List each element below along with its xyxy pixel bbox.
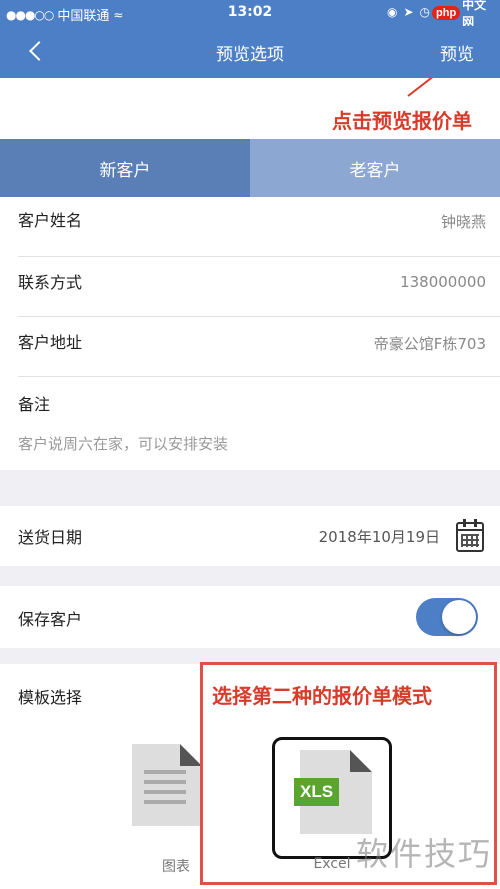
calendar-grid (461, 534, 479, 547)
calendar-ring-right (474, 519, 477, 527)
delivery-date-row[interactable]: 送货日期 2018年10月19日 (0, 506, 500, 566)
logo-php: php (432, 6, 461, 20)
annotation-area: 点击预览报价单 (0, 78, 500, 139)
template-hint-text: 选择第二种的报价单模式 (212, 684, 432, 708)
location-icon: ➤ (403, 5, 414, 19)
save-customer-row: 保存客户 (0, 586, 500, 648)
contact-label: 联系方式 (18, 273, 83, 292)
remark-value[interactable]: 客户说周六在家，可以安排安装 (18, 433, 228, 454)
delivery-date-value[interactable]: 2018年10月19日 (319, 526, 440, 547)
chart-document-icon (132, 744, 202, 826)
page-title: 预览选项 (216, 45, 284, 65)
customer-name-row[interactable]: 客户姓名 钟晓燕 (18, 197, 500, 257)
site-logo: php 中文网 (432, 0, 498, 29)
alarm-icon: ◷ (419, 5, 430, 19)
customer-tabs: 新客户 老客户 (0, 139, 500, 197)
document-lines (144, 770, 186, 810)
delivery-date-label: 送货日期 (18, 528, 83, 547)
contact-value[interactable]: 138000000 (400, 273, 486, 291)
template-label: 模板选择 (18, 688, 83, 707)
contact-row[interactable]: 联系方式 138000000 (18, 257, 500, 317)
remark-row[interactable]: 备注 客户说周六在家，可以安排安装 (18, 377, 500, 470)
save-customer-label: 保存客户 (18, 610, 83, 629)
remark-label: 备注 (18, 395, 51, 414)
save-customer-toggle[interactable] (416, 598, 478, 636)
toggle-knob (442, 600, 476, 634)
template-caption-chart: 图表 (162, 859, 190, 875)
status-right: ◉ ➤ ◷ (387, 5, 430, 19)
calendar-ring-left (463, 519, 466, 527)
address-row[interactable]: 客户地址 帝豪公馆F栋703 (18, 317, 500, 377)
calendar-icon[interactable] (456, 519, 484, 552)
lock-rotation-icon: ◉ (386, 5, 398, 19)
preview-button[interactable]: 预览 (440, 40, 474, 65)
nav-header: 预览选项 预览 (0, 26, 500, 78)
preview-hint-text: 点击预览报价单 (332, 109, 472, 133)
xls-badge: XLS (294, 778, 340, 806)
address-label: 客户地址 (18, 333, 83, 352)
status-bar: ●●●○○ 中国联通 ≈ 13:02 ◉ ➤ ◷ php 中文网 (0, 0, 500, 29)
customer-form: 客户姓名 钟晓燕 联系方式 138000000 客户地址 帝豪公馆F栋703 备… (0, 197, 500, 470)
template-option-chart[interactable]: 图表 (128, 740, 228, 880)
tab-new-customer[interactable]: 新客户 (0, 139, 250, 197)
address-value[interactable]: 帝豪公馆F栋703 (374, 333, 486, 354)
customer-name-value[interactable]: 钟晓燕 (441, 211, 486, 232)
customer-name-label: 客户姓名 (18, 211, 83, 230)
tab-old-customer[interactable]: 老客户 (250, 139, 500, 197)
watermark: 软件技巧 (355, 835, 492, 873)
